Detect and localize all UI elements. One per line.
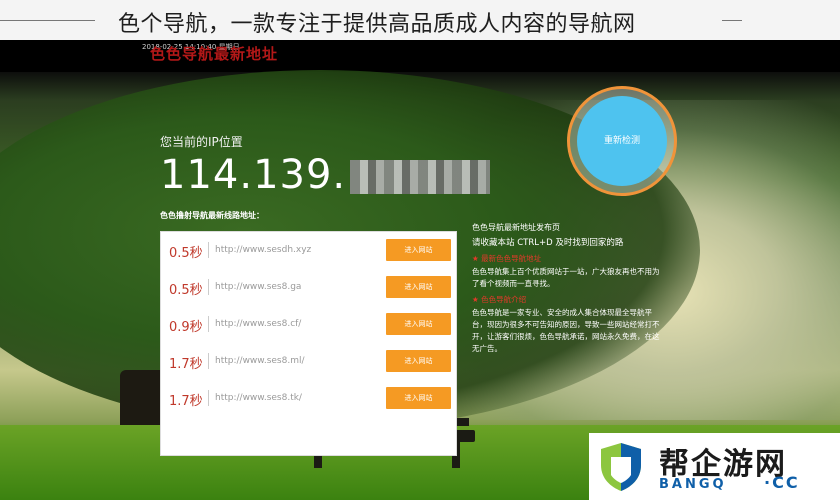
link-speed: 0.9秒 — [169, 320, 203, 335]
watermark-logo: 帮企游网 BANGQ ·CC — [589, 433, 840, 500]
site-title: 色色导航最新地址 — [150, 45, 279, 63]
caption-bar: 色个导航，一款专注于提供高品质成人内容的导航网 — [0, 0, 840, 40]
ip-value: 114.139. — [160, 152, 491, 198]
background-scene: 2018-02-25 14:10:40 星期日 色色导航最新地址 您当前的IP位… — [0, 40, 840, 500]
links-panel: 0.5秒 http://www.sesdh.xyz 进入网站 0.5秒 http… — [160, 231, 457, 456]
link-row: 0.5秒 http://www.ses8.ga 进入网站 — [161, 269, 458, 305]
section-title: ★ 色色导航介绍 — [472, 295, 527, 304]
caption-text: 色个导航，一款专注于提供高品质成人内容的导航网 — [118, 12, 636, 37]
link-speed: 1.7秒 — [169, 357, 203, 372]
watermark-en: BANGQ — [659, 477, 727, 492]
link-speed: 1.7秒 — [169, 394, 203, 409]
link-url[interactable]: http://www.sesdh.xyz — [215, 245, 311, 255]
enter-site-button[interactable]: 进入网站 — [386, 350, 451, 372]
divider — [208, 316, 209, 332]
caption-line-left — [0, 20, 95, 21]
recheck-button[interactable]: 重新检测 — [577, 96, 667, 186]
ip-mask — [350, 160, 491, 194]
info-heading: 色色导航最新地址发布页 — [472, 223, 560, 232]
shield-icon — [601, 443, 641, 491]
enter-site-button[interactable]: 进入网站 — [386, 387, 451, 409]
enter-site-button[interactable]: 进入网站 — [386, 276, 451, 298]
section-title: ★ 最新色色导航地址 — [472, 254, 542, 263]
divider — [208, 353, 209, 369]
link-url[interactable]: http://www.ses8.ga — [215, 282, 301, 292]
link-row: 0.9秒 http://www.ses8.cf/ 进入网站 — [161, 306, 458, 342]
link-row: 1.7秒 http://www.ses8.ml/ 进入网站 — [161, 343, 458, 379]
link-speed: 0.5秒 — [169, 246, 203, 261]
divider — [208, 279, 209, 295]
latest-links-label: 色色撸射导航最新线路地址： — [160, 211, 264, 220]
section-text: 色色导航集上百个优质网站于一站，广大狼友再也不用为了看个视频而一直寻找。 — [472, 267, 660, 288]
enter-site-button[interactable]: 进入网站 — [386, 239, 451, 261]
caption-line-right — [722, 20, 742, 21]
ip-label: 您当前的IP位置 — [160, 135, 243, 149]
header-bar — [0, 40, 840, 72]
link-url[interactable]: http://www.ses8.tk/ — [215, 393, 302, 403]
section-text: 色色导航是一家专业、安全的成人集合体现最全导航平台，现因为很多不可告知的原因，导… — [472, 308, 660, 353]
link-url[interactable]: http://www.ses8.ml/ — [215, 356, 305, 366]
bookmark-tip: 请收藏本站 CTRL+D 及时找到回家的路 — [472, 238, 624, 248]
ip-value-text: 114.139. — [160, 152, 347, 198]
enter-site-button[interactable]: 进入网站 — [386, 313, 451, 335]
link-url[interactable]: http://www.ses8.cf/ — [215, 319, 301, 329]
link-speed: 0.5秒 — [169, 283, 203, 298]
info-panel: 色色导航最新地址发布页 请收藏本站 CTRL+D 及时找到回家的路 ★ 最新色色… — [472, 222, 662, 355]
watermark-cc: ·CC — [764, 473, 800, 492]
divider — [208, 390, 209, 406]
link-row: 1.7秒 http://www.ses8.tk/ 进入网站 — [161, 380, 458, 416]
divider — [208, 242, 209, 258]
link-row: 0.5秒 http://www.sesdh.xyz 进入网站 — [161, 232, 458, 268]
